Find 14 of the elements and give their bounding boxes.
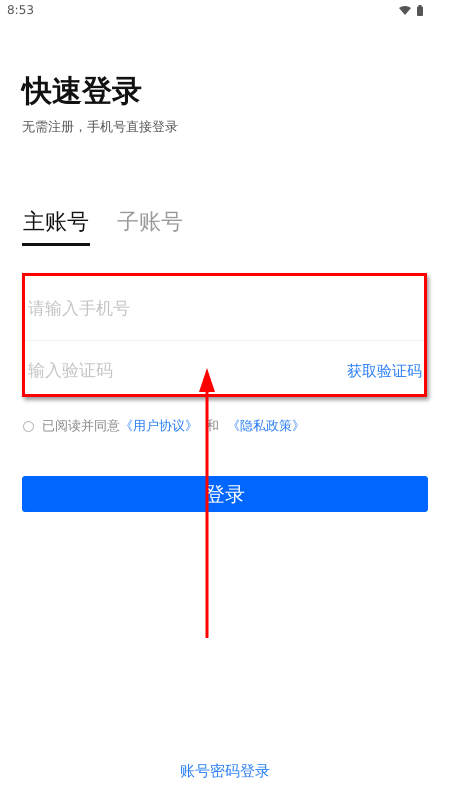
page-subtitle: 无需注册，手机号直接登录 bbox=[22, 119, 179, 137]
privacy-policy-link[interactable]: 《隐私政策》 bbox=[227, 418, 305, 434]
account-tab[interactable]: 主账号 bbox=[22, 208, 90, 246]
status-time: 8:53 bbox=[7, 2, 34, 19]
battery-icon bbox=[417, 4, 423, 16]
user-agreement-link[interactable]: 《用户协议》 bbox=[120, 418, 198, 434]
password-login-link[interactable]: 账号密码登录 bbox=[180, 760, 270, 782]
agreement-radio[interactable] bbox=[23, 420, 34, 432]
code-input-field[interactable]: 输入验证码 bbox=[28, 358, 347, 384]
wifi-icon bbox=[399, 6, 411, 14]
account-tab[interactable]: 子账号 bbox=[116, 208, 184, 246]
phone-input-field[interactable]: 请输入手机号 bbox=[28, 297, 422, 323]
page-title: 快速登录 bbox=[22, 73, 143, 111]
get-code-button[interactable]: 获取验证码 bbox=[347, 360, 422, 383]
